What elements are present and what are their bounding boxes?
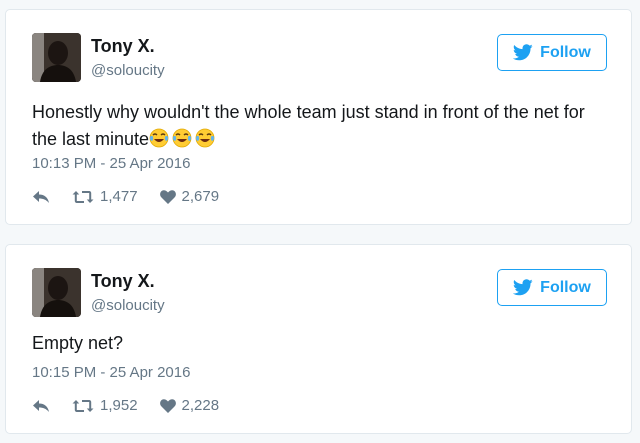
twitter-bird-icon (513, 279, 533, 296)
face-with-tears-of-joy-icon (172, 128, 192, 148)
follow-label: Follow (540, 43, 591, 61)
tweet-timestamp[interactable]: 10:15 PM - 25 Apr 2016 (32, 364, 190, 381)
tweet-actions: 1,952 2,228 (32, 397, 219, 414)
tweet-text-content: Honestly why wouldn't the whole team jus… (32, 102, 585, 149)
face-with-tears-of-joy-icon (149, 128, 169, 148)
retweet-button[interactable]: 1,952 (72, 397, 138, 414)
follow-button[interactable]: Follow (497, 34, 607, 71)
tweet-actions: 1,477 2,679 (32, 188, 219, 205)
author-name[interactable]: Tony X. (91, 271, 155, 292)
like-button[interactable]: 2,228 (159, 397, 220, 414)
heart-icon (159, 189, 176, 204)
reply-icon (33, 399, 49, 412)
retweet-button[interactable]: 1,477 (72, 188, 138, 205)
author-name[interactable]: Tony X. (91, 36, 155, 57)
retweet-icon (72, 190, 94, 203)
author-handle[interactable]: @soloucity (91, 297, 165, 314)
tweet-text-content: Empty net? (32, 333, 124, 353)
tweet-text: Empty net? (32, 330, 607, 357)
like-count: 2,679 (181, 188, 220, 205)
tweet-card: Tony X. @soloucity Follow Empty net? 10:… (5, 244, 632, 434)
retweet-icon (72, 399, 94, 412)
reply-button[interactable] (32, 399, 50, 413)
face-with-tears-of-joy-icon (195, 128, 215, 148)
avatar-photo (32, 268, 81, 317)
author-handle[interactable]: @soloucity (91, 62, 165, 79)
tweet-timestamp[interactable]: 10:13 PM - 25 Apr 2016 (32, 155, 190, 172)
retweet-count: 1,952 (100, 397, 138, 414)
avatar-photo (32, 33, 81, 82)
reply-icon (33, 190, 49, 203)
follow-button[interactable]: Follow (497, 269, 607, 306)
tweet-card: Tony X. @soloucity Follow Honestly why w… (5, 9, 632, 225)
follow-label: Follow (540, 278, 591, 296)
reply-button[interactable] (32, 190, 50, 204)
like-count: 2,228 (181, 397, 220, 414)
tweet-text: Honestly why wouldn't the whole team jus… (32, 99, 607, 153)
retweet-count: 1,477 (100, 188, 138, 205)
like-button[interactable]: 2,679 (159, 188, 220, 205)
avatar[interactable] (32, 33, 81, 82)
twitter-bird-icon (513, 44, 533, 61)
heart-icon (159, 398, 176, 413)
avatar[interactable] (32, 268, 81, 317)
